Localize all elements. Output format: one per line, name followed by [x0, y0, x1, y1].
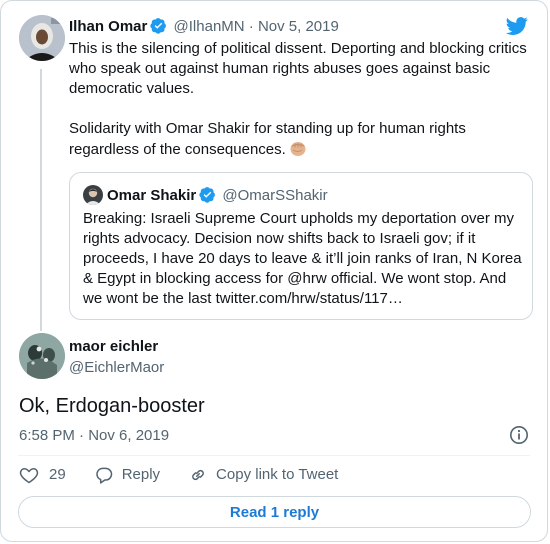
author-name[interactable]: maor eichler	[69, 337, 158, 357]
parent-tweet-text: This is the silencing of political disse…	[69, 39, 529, 160]
reply-bubble-icon	[95, 467, 112, 484]
author-name: Omar Shakir	[107, 187, 197, 204]
info-icon[interactable]	[509, 425, 529, 445]
quoted-tweet[interactable]: Omar Shakir @OmarSShakir Breaking: Israe…	[69, 172, 533, 320]
embedded-tweet-card: Ilhan Omar @IlhanMN · Nov 5, 2019 This i…	[0, 0, 548, 542]
read-replies-button[interactable]: Read 1 reply	[18, 496, 531, 528]
author-name[interactable]: Ilhan Omar	[69, 18, 147, 35]
heart-icon	[19, 468, 39, 484]
like-button[interactable]: 29	[19, 465, 66, 485]
avatar[interactable]	[19, 15, 65, 61]
raised-fist-emoji-icon	[290, 142, 306, 156]
tweet-paragraph: Solidarity with Omar Shakir for standing…	[69, 120, 466, 158]
avatar[interactable]	[19, 333, 65, 379]
thread-connector-line	[40, 69, 42, 331]
copy-link-label: Copy link to Tweet	[216, 466, 339, 483]
quoted-tweet-header: Omar Shakir @OmarSShakir	[83, 185, 328, 206]
verified-badge-icon	[199, 187, 216, 203]
divider	[18, 455, 530, 456]
tweet-paragraph: This is the silencing of political disse…	[69, 40, 527, 97]
reply-button[interactable]: Reply	[94, 465, 160, 485]
handle[interactable]: @EichlerMaor	[69, 358, 164, 378]
avatar	[83, 185, 103, 205]
parent-tweet-header: Ilhan Omar @IlhanMN · Nov 5, 2019	[69, 17, 339, 37]
handle: @OmarSShakir	[222, 187, 328, 204]
like-count: 29	[49, 466, 66, 483]
verified-badge-icon	[150, 18, 167, 34]
handle-and-date[interactable]: @IlhanMN · Nov 5, 2019	[174, 18, 339, 35]
copy-link-button[interactable]: Copy link to Tweet	[188, 465, 338, 485]
tweet-actions-bar: 29 Reply Copy link to Tweet	[19, 465, 366, 485]
tweet-timestamp[interactable]: 6:58 PM · Nov 6, 2019	[19, 426, 169, 446]
reply-tweet-text: Ok, Erdogan-booster	[19, 395, 205, 417]
reply-label: Reply	[121, 466, 161, 483]
quoted-tweet-text: Breaking: Israeli Supreme Court upholds …	[83, 210, 522, 307]
link-icon	[192, 469, 204, 481]
twitter-bird-icon[interactable]	[505, 15, 529, 37]
